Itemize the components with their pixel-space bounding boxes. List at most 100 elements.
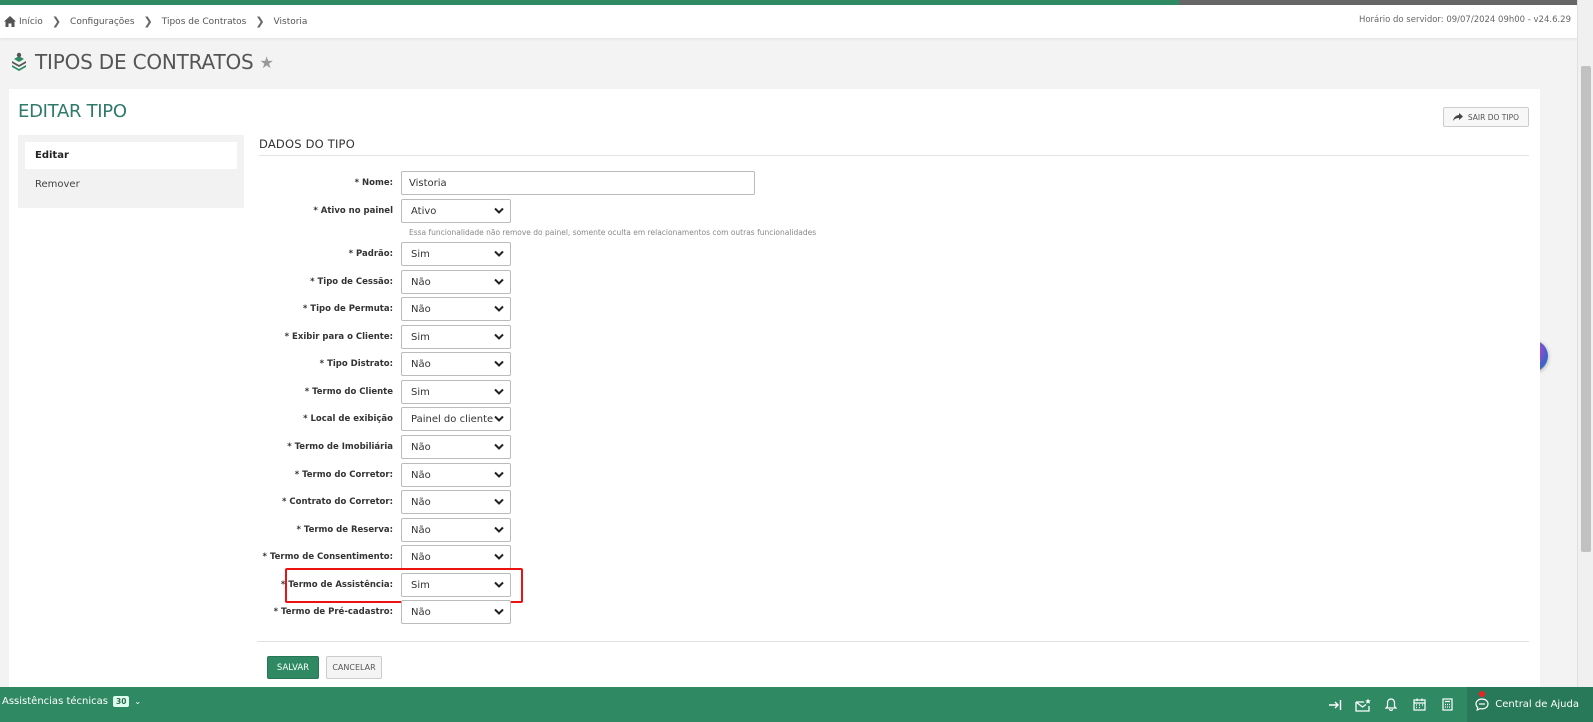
field-label-exibir-para-o-cliente: * Exibir para o Cliente:	[284, 332, 393, 342]
side-menu-item-editar[interactable]: Editar	[25, 142, 237, 169]
page-header: TIPOS DE CONTRATOS ★	[10, 50, 274, 74]
calendar-icon[interactable]	[1405, 687, 1433, 722]
form-row-termo-de-consentimento: * Termo de Consentimento: Não	[259, 545, 511, 569]
breadcrumb-item-vistoria: Vistoria	[273, 16, 308, 27]
save-button[interactable]: SALVAR	[267, 656, 319, 679]
padrao-select[interactable]: Sim	[401, 242, 511, 266]
page-scrollbar[interactable]	[1577, 0, 1593, 687]
assistencias-tecnicas-toggle[interactable]: Assistências técnicas 30 ⌄	[2, 696, 141, 707]
contrato-do-corretor-select[interactable]: Não	[401, 490, 511, 514]
central-de-ajuda-label: Central de Ajuda	[1495, 699, 1579, 710]
form-row-local-de-exibicao: * Local de exibição Painel do cliente	[259, 407, 511, 431]
chevron-down-icon	[494, 498, 504, 505]
share-arrow-icon	[1452, 113, 1463, 121]
field-label-contrato-do-corretor: * Contrato do Corretor:	[282, 497, 393, 507]
page-title: TIPOS DE CONTRATOS	[35, 50, 254, 74]
field-label-termo-de-reserva: * Termo de Reserva:	[296, 525, 394, 535]
form-footer-divider	[257, 641, 1529, 642]
chat-help-icon	[1475, 698, 1489, 711]
field-label-tipo-de-cessao: * Tipo de Cessão:	[310, 277, 393, 287]
notification-dot	[1479, 691, 1486, 697]
field-label-ativo-no-painel: * Ativo no painel	[313, 206, 393, 216]
side-menu: Editar Remover	[18, 135, 244, 208]
breadcrumb-item-tipos-de-contratos[interactable]: Tipos de Contratos	[162, 17, 247, 27]
form-row-contrato-do-corretor: * Contrato do Corretor: Não	[259, 490, 511, 514]
chevron-down-icon	[494, 553, 504, 560]
select-value: Sim	[411, 331, 430, 343]
edit-type-card: EDITAR TIPO SAIR DO TIPO Editar Remover …	[9, 89, 1540, 687]
select-value: Não	[411, 551, 431, 563]
termo-de-reserva-select[interactable]: Não	[401, 518, 511, 542]
ativo-no-painel-select[interactable]: Ativo	[401, 199, 511, 223]
chevron-down-icon	[494, 471, 504, 478]
central-de-ajuda-button[interactable]: Central de Ajuda	[1467, 687, 1593, 722]
select-value: Sim	[411, 386, 430, 398]
termo-de-imobiliaria-select[interactable]: Não	[401, 435, 511, 459]
assistencias-count-badge: 30	[112, 696, 130, 707]
side-menu-item-remover[interactable]: Remover	[25, 171, 237, 198]
termo-de-consentimento-select[interactable]: Não	[401, 545, 511, 569]
termo-do-corretor-select[interactable]: Não	[401, 463, 511, 487]
local-de-exibicao-select[interactable]: Painel do cliente	[401, 407, 511, 431]
select-value: Não	[411, 524, 431, 536]
form-row-termo-de-imobiliaria: * Termo de Imobiliária Não	[259, 435, 511, 459]
contract-stack-icon	[10, 52, 28, 72]
termo-do-cliente-select[interactable]: Sim	[401, 380, 511, 404]
chevron-down-icon	[494, 388, 504, 395]
breadcrumb-home[interactable]: Início	[4, 16, 43, 27]
scrollbar-thumb[interactable]	[1581, 66, 1591, 552]
tipo-de-cessao-select[interactable]: Não	[401, 270, 511, 294]
breadcrumb-item-configuracoes[interactable]: Configurações	[70, 17, 134, 27]
assistencias-tecnicas-label: Assistências técnicas	[2, 696, 108, 707]
select-value: Não	[411, 358, 431, 370]
chevron-right-icon: ❯	[255, 15, 265, 28]
field-label-tipo-de-permuta: * Tipo de Permuta:	[302, 304, 393, 314]
select-value: Não	[411, 441, 431, 453]
bottom-status-bar: Assistências técnicas 30 ⌄ Central de Aj…	[0, 687, 1593, 722]
form-row-tipo-distrato: * Tipo Distrato: Não	[259, 352, 511, 376]
exibir-para-o-cliente-select[interactable]: Sim	[401, 325, 511, 349]
chevron-down-icon	[494, 278, 504, 285]
field-label-termo-de-pre-cadastro: * Termo de Pré-cadastro:	[273, 607, 393, 617]
exit-type-label: SAIR DO TIPO	[1467, 112, 1519, 122]
form-row-tipo-de-permuta: * Tipo de Permuta: Não	[259, 297, 511, 321]
section-divider	[259, 155, 1529, 156]
field-label-termo-de-consentimento: * Termo de Consentimento:	[262, 552, 393, 562]
chevron-down-icon	[494, 207, 504, 214]
exit-type-button[interactable]: SAIR DO TIPO	[1442, 107, 1529, 127]
select-value: Não	[411, 606, 431, 618]
collapse-right-icon[interactable]	[1321, 687, 1349, 722]
field-label-local-de-exibicao: * Local de exibição	[303, 414, 393, 424]
select-value: Painel do cliente	[411, 413, 494, 425]
card-title: EDITAR TIPO	[18, 101, 127, 122]
chevron-down-icon	[494, 608, 504, 615]
star-icon[interactable]: ★	[260, 53, 274, 72]
tipo-de-permuta-select[interactable]: Não	[401, 297, 511, 321]
section-title: DADOS DO TIPO	[259, 137, 355, 151]
chevron-down-icon	[494, 305, 504, 312]
field-label-termo-do-cliente: * Termo do Cliente	[304, 387, 393, 397]
server-time: Horário do servidor: 09/07/2024 09h00 - …	[1358, 15, 1571, 25]
cancel-button[interactable]: CANCELAR	[326, 656, 382, 679]
form-row-exibir-para-o-cliente: * Exibir para o Cliente: Sim	[259, 325, 511, 349]
tipo-distrato-select[interactable]: Não	[401, 352, 511, 376]
form-row-tipo-de-cessao: * Tipo de Cessão: Não	[259, 270, 511, 294]
calculator-icon[interactable]	[1433, 687, 1461, 722]
form-row-termo-do-corretor: * Termo do Corretor: Não	[259, 463, 511, 487]
mail-star-icon[interactable]	[1349, 687, 1377, 722]
chevron-down-icon	[494, 443, 504, 450]
bell-icon[interactable]	[1377, 687, 1405, 722]
highlight-box	[285, 568, 523, 603]
nome-input[interactable]: Vistoria	[401, 171, 755, 195]
ativo-no-painel-hint: Essa funcionalidade não remove do painel…	[409, 228, 817, 237]
form-row-termo-de-pre-cadastro: * Termo de Pré-cadastro: Não	[259, 600, 511, 624]
field-label-tipo-distrato: * Tipo Distrato:	[319, 359, 393, 369]
termo-de-pre-cadastro-select[interactable]: Não	[401, 600, 511, 624]
chevron-right-icon: ❯	[143, 15, 153, 28]
home-icon	[4, 16, 16, 27]
field-label-nome: * Nome:	[354, 178, 393, 188]
chevron-right-icon: ❯	[51, 15, 62, 28]
form-row-padrao: * Padrão: Sim	[259, 242, 511, 266]
field-label-termo-do-corretor: * Termo do Corretor:	[294, 470, 393, 480]
form-row-termo-do-cliente: * Termo do Cliente Sim	[259, 380, 511, 404]
